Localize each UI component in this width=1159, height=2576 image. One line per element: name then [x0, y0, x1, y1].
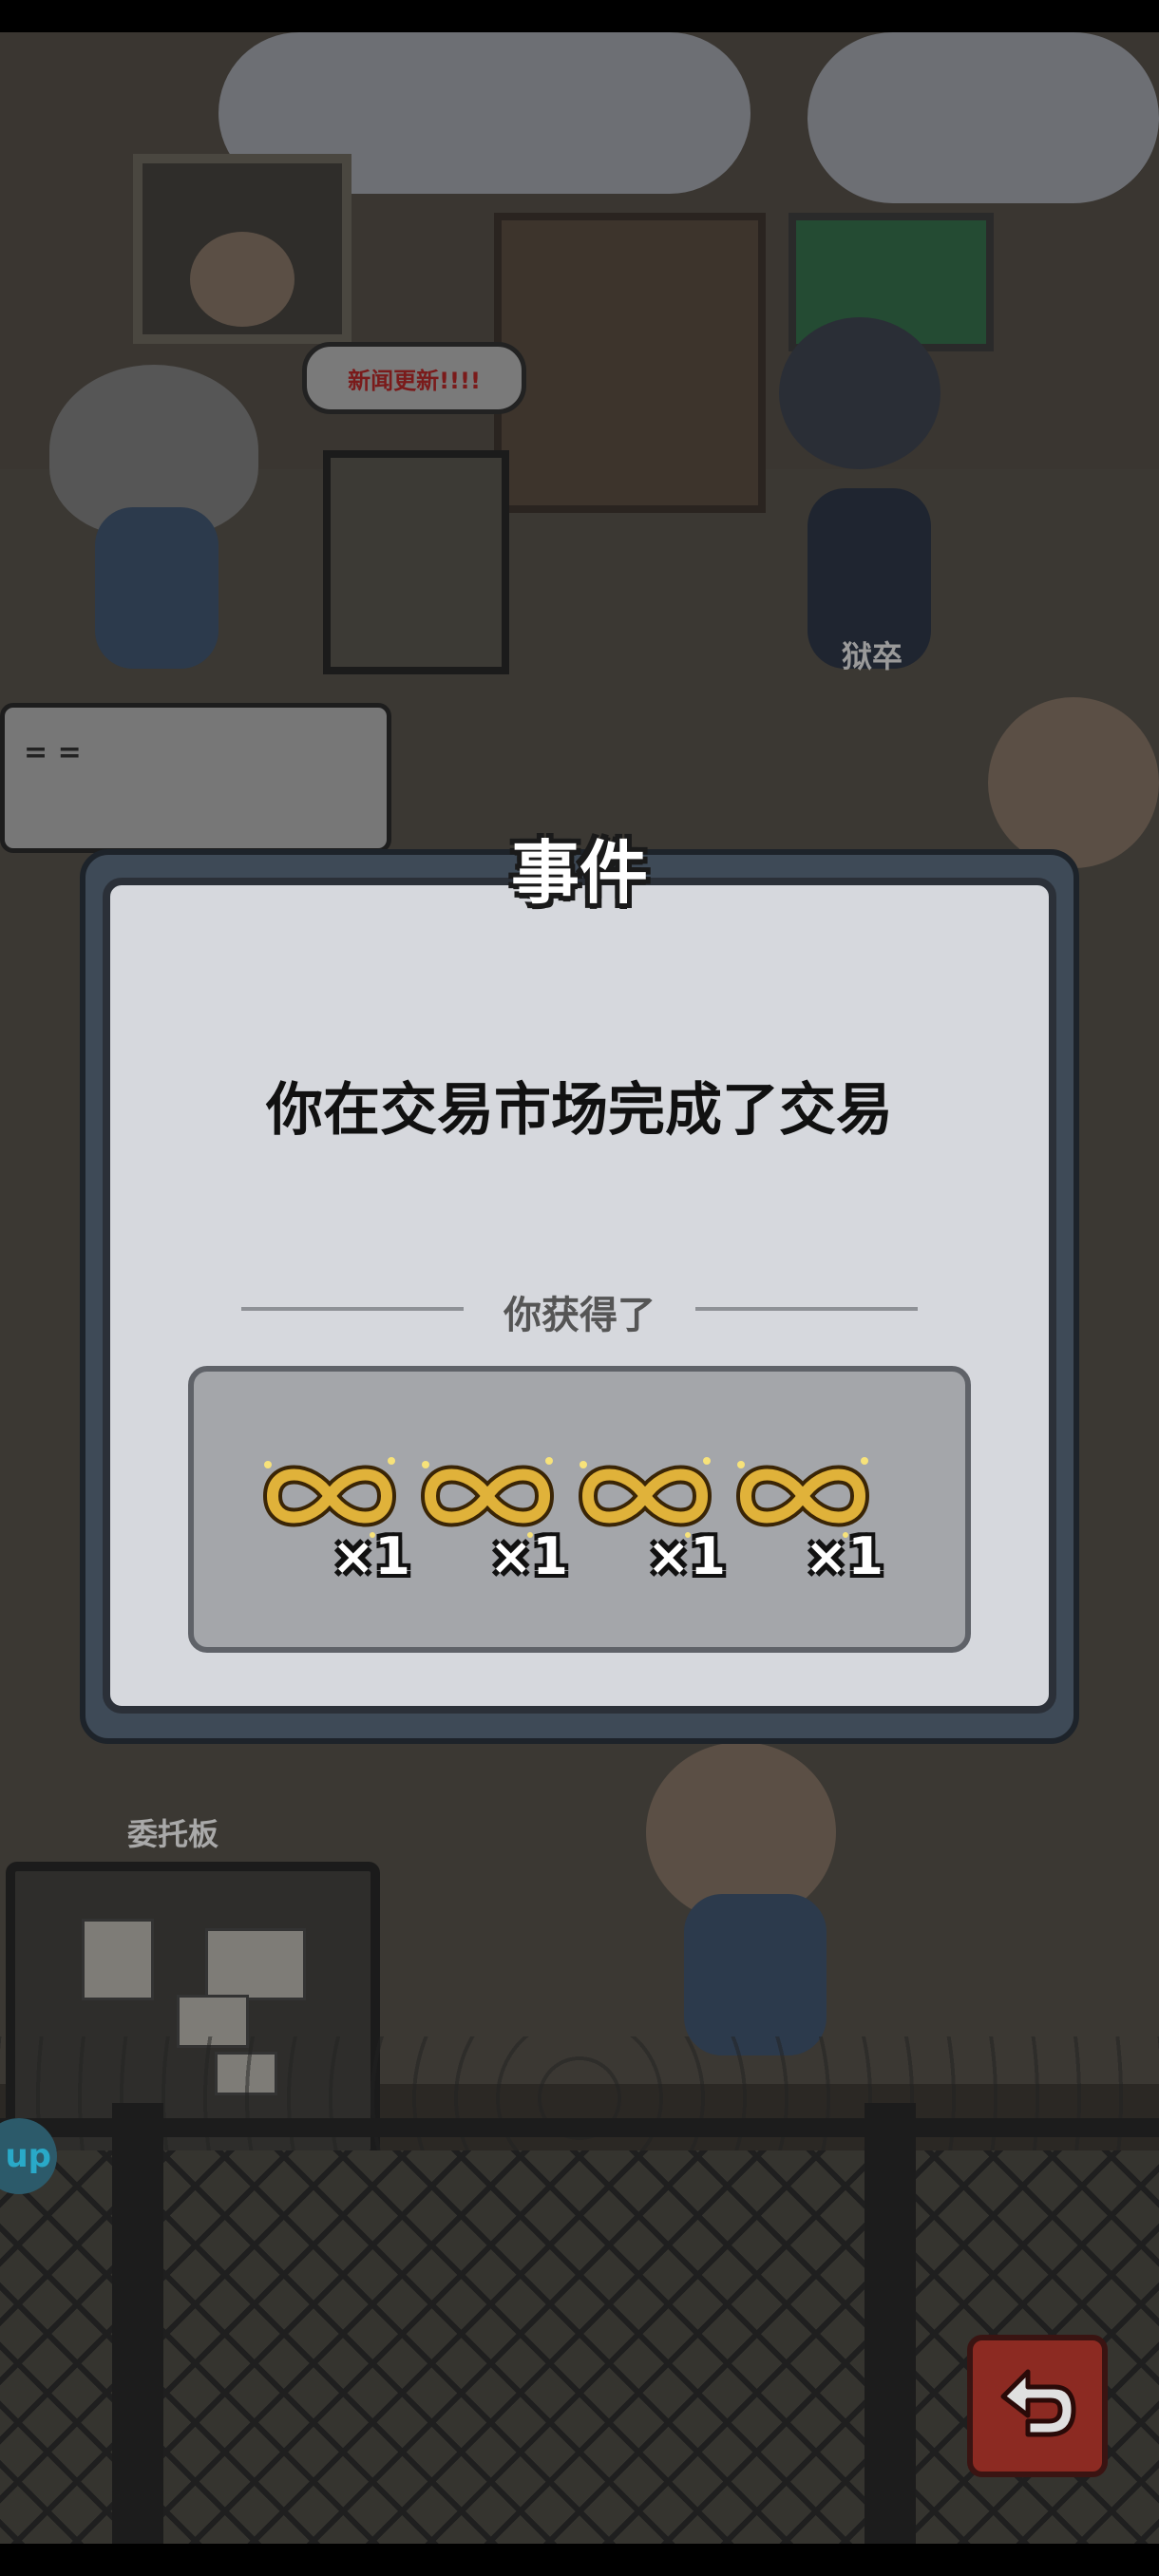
- notice-paper: [205, 1928, 306, 2000]
- fence-post: [112, 2103, 163, 2544]
- news-cart[interactable]: [323, 450, 509, 674]
- reward-count: ×1: [489, 1526, 568, 1586]
- reward-count: ×1: [805, 1526, 884, 1586]
- reward-item[interactable]: ×1: [732, 1444, 884, 1586]
- navigation-bar: [0, 2544, 1159, 2576]
- reward-item[interactable]: ×1: [258, 1444, 410, 1586]
- return-arrow-icon: [1000, 2369, 1076, 2437]
- notice-paper: [82, 1919, 154, 2000]
- event-message: 你在交易市场完成了交易: [266, 1077, 893, 1144]
- speech-text: = =: [24, 736, 82, 769]
- reward-count: ×1: [332, 1526, 410, 1586]
- notice-board-title: 委托板: [127, 1816, 219, 1852]
- reward-count: ×1: [647, 1526, 726, 1586]
- prisoner-character[interactable]: [95, 507, 218, 669]
- cell-door: [494, 213, 766, 513]
- barbed-wire: [0, 2036, 1159, 2160]
- snow-pile: [808, 32, 1159, 203]
- back-button[interactable]: [967, 2335, 1108, 2477]
- reward-item[interactable]: ×1: [574, 1444, 726, 1586]
- fence-post: [864, 2103, 916, 2544]
- fence-rail: [0, 2118, 1159, 2137]
- reward-item[interactable]: ×1: [416, 1444, 568, 1586]
- guard-label: 狱卒: [842, 638, 903, 674]
- dialog-title: 事件: [510, 833, 648, 913]
- status-bar: [0, 0, 1159, 32]
- reward-label: 你获得了: [504, 1294, 656, 1337]
- girl-character[interactable]: [190, 232, 294, 327]
- news-update-bubble[interactable]: 新闻更新!!!!: [302, 342, 526, 414]
- prisoner-character[interactable]: [684, 1894, 826, 2055]
- guard-head: [779, 317, 940, 469]
